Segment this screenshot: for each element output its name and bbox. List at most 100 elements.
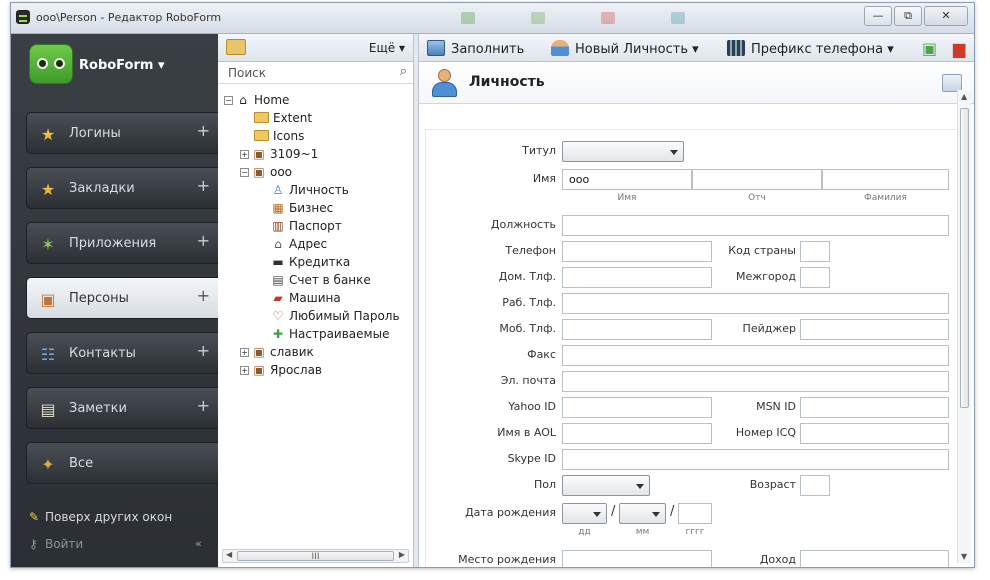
more-menu-button[interactable]: Ещё ▾ bbox=[369, 41, 405, 55]
collapse-icon[interactable]: − bbox=[224, 96, 233, 105]
add-login-button[interactable]: + bbox=[197, 121, 210, 140]
title-select[interactable] bbox=[562, 141, 684, 162]
tree-node-slavik[interactable]: + ▣ славик bbox=[240, 345, 314, 363]
tree-node-favorite-password[interactable]: ♡ Любимый Пароль bbox=[270, 309, 400, 327]
birth-day-select[interactable] bbox=[562, 503, 607, 524]
phone-prefix-button[interactable]: Префикс телефона ▾ bbox=[727, 40, 894, 57]
sidebar-item-notes[interactable]: ▤ Заметки + bbox=[26, 387, 218, 429]
middle-name-hint: Отч bbox=[748, 193, 766, 203]
search-icon[interactable]: ⌕ bbox=[400, 64, 407, 79]
email-field[interactable] bbox=[562, 371, 949, 392]
scrollbar-thumb[interactable] bbox=[960, 108, 969, 408]
editor-header: Личность bbox=[419, 62, 974, 104]
minimize-button[interactable]: — bbox=[864, 6, 892, 26]
day-hint: дд bbox=[578, 527, 591, 537]
skype-field[interactable] bbox=[562, 449, 949, 470]
tree-node-business[interactable]: ▦ Бизнес bbox=[270, 201, 333, 219]
expand-icon[interactable]: + bbox=[240, 348, 249, 357]
collapse-sidebar-button[interactable]: « bbox=[195, 537, 202, 550]
scroll-down-icon[interactable]: ▼ bbox=[961, 552, 967, 561]
sidebar-item-bookmarks[interactable]: ★ Закладки + bbox=[26, 167, 218, 209]
person-icon bbox=[551, 40, 569, 56]
phone-label: Телефон bbox=[505, 244, 556, 257]
age-field[interactable] bbox=[800, 475, 830, 496]
add-app-button[interactable]: + bbox=[197, 231, 210, 250]
pager-field[interactable] bbox=[800, 319, 949, 340]
expand-icon[interactable]: + bbox=[240, 150, 249, 159]
identity-editor: Заполнить Новый Личность ▾ Префикс телеф… bbox=[419, 34, 974, 567]
tree-search: ⌕ bbox=[218, 62, 413, 84]
country-code-field[interactable] bbox=[800, 241, 830, 262]
sidebar-item-label: Заметки bbox=[69, 401, 127, 416]
logo-area[interactable]: RoboForm ▾ bbox=[11, 34, 218, 102]
tree-node-address[interactable]: ⌂ Адрес bbox=[270, 237, 327, 255]
sidebar-item-all[interactable]: ✦ Все bbox=[26, 442, 218, 484]
sidebar-item-logins[interactable]: ★ Логины + bbox=[26, 112, 218, 154]
birth-year-field[interactable] bbox=[678, 503, 712, 524]
close-button[interactable]: ✕ bbox=[924, 6, 968, 26]
msn-field[interactable] bbox=[800, 397, 949, 418]
login-button[interactable]: ⚷ Войти bbox=[29, 537, 83, 551]
always-on-top-label: Поверх других окон bbox=[45, 510, 173, 524]
sex-select[interactable] bbox=[562, 475, 650, 496]
add-note-button[interactable]: + bbox=[197, 396, 210, 415]
expand-icon[interactable]: + bbox=[240, 366, 249, 375]
tree-node-extent[interactable]: Extent bbox=[254, 111, 312, 129]
area-code-field[interactable] bbox=[800, 267, 830, 288]
scroll-right-icon[interactable]: ▶ bbox=[399, 550, 405, 559]
always-on-top-toggle[interactable]: ✎ Поверх других окон bbox=[29, 510, 172, 524]
notes-icon: ▤ bbox=[40, 399, 56, 419]
fill-button[interactable]: Заполнить bbox=[427, 40, 524, 57]
scrollbar-thumb[interactable]: III bbox=[237, 551, 394, 562]
scroll-up-icon[interactable]: ▲ bbox=[961, 92, 967, 101]
birthdate-label: Дата рождения bbox=[465, 506, 556, 519]
income-field[interactable] bbox=[800, 550, 949, 567]
msn-label: MSN ID bbox=[756, 400, 796, 413]
tree-node-car[interactable]: ▰ Машина bbox=[270, 291, 340, 309]
tree-node-credit-card[interactable]: ▬ Кредитка bbox=[270, 255, 350, 273]
add-contact-button[interactable]: + bbox=[197, 341, 210, 360]
scroll-left-icon[interactable]: ◀ bbox=[226, 550, 232, 559]
save-icon[interactable]: ▣ bbox=[922, 39, 937, 58]
star-icon: ★ bbox=[40, 124, 56, 144]
first-name-field[interactable]: ooo bbox=[562, 169, 692, 190]
last-name-field[interactable] bbox=[822, 169, 949, 190]
login-label: Войти bbox=[45, 537, 84, 551]
collapse-icon[interactable]: − bbox=[240, 168, 249, 177]
position-field[interactable] bbox=[562, 215, 949, 236]
tree-node-passport[interactable]: ▥ Паспорт bbox=[270, 219, 341, 237]
tree-node-bank-account[interactable]: ▤ Счет в банке bbox=[270, 273, 370, 291]
work-phone-field[interactable] bbox=[562, 293, 949, 314]
pin-icon: ✎ bbox=[29, 510, 40, 524]
add-bookmark-button[interactable]: + bbox=[197, 176, 210, 195]
page-title: Личность bbox=[469, 74, 545, 90]
sidebar-item-label: Контакты bbox=[69, 346, 136, 361]
blurred-tab-icon bbox=[461, 12, 475, 24]
middle-name-field[interactable] bbox=[692, 169, 822, 190]
tree-node-ooo[interactable]: − ▣ ooo bbox=[240, 165, 292, 183]
tree-node-3109[interactable]: + ▣ 3109~1 bbox=[240, 147, 318, 165]
credit-card-icon: ▬ bbox=[272, 255, 284, 269]
sidebar-item-identities[interactable]: ▣ Персоны + bbox=[26, 277, 218, 319]
tree-node-person[interactable]: ♙ Личность bbox=[270, 183, 349, 201]
tree-horizontal-scrollbar[interactable]: ◀ III ▶ bbox=[222, 549, 409, 563]
sidebar-item-contacts[interactable]: ☷ Контакты + bbox=[26, 332, 218, 374]
add-identity-button[interactable]: + bbox=[197, 286, 210, 305]
lock-icon[interactable]: ▆ bbox=[953, 39, 965, 58]
tree-node-custom[interactable]: ✚ Настраиваемые bbox=[270, 327, 389, 345]
tree-node-icons[interactable]: Icons bbox=[254, 129, 304, 147]
tree-node-home[interactable]: − ⌂ Home bbox=[224, 93, 289, 111]
editor-toolbar: Заполнить Новый Личность ▾ Префикс телеф… bbox=[419, 34, 974, 62]
tree-node-yaroslav[interactable]: + ▣ Ярослав bbox=[240, 363, 322, 381]
new-folder-icon[interactable] bbox=[226, 39, 246, 55]
search-input[interactable] bbox=[226, 65, 386, 81]
country-code-label: Код страны bbox=[728, 244, 796, 257]
maximize-button[interactable]: ⧉ bbox=[894, 6, 922, 26]
form-fields: Титул Имя ooo Имя Отч Фамилия Должность … bbox=[425, 129, 963, 567]
sidebar-item-apps[interactable]: ✶ Приложения + bbox=[26, 222, 218, 264]
new-identity-button[interactable]: Новый Личность ▾ bbox=[551, 40, 699, 57]
fax-field[interactable] bbox=[562, 345, 949, 366]
birth-month-select[interactable] bbox=[619, 503, 666, 524]
form-vertical-scrollbar[interactable]: ▲ ▼ bbox=[957, 90, 971, 563]
icq-field[interactable] bbox=[800, 423, 949, 444]
